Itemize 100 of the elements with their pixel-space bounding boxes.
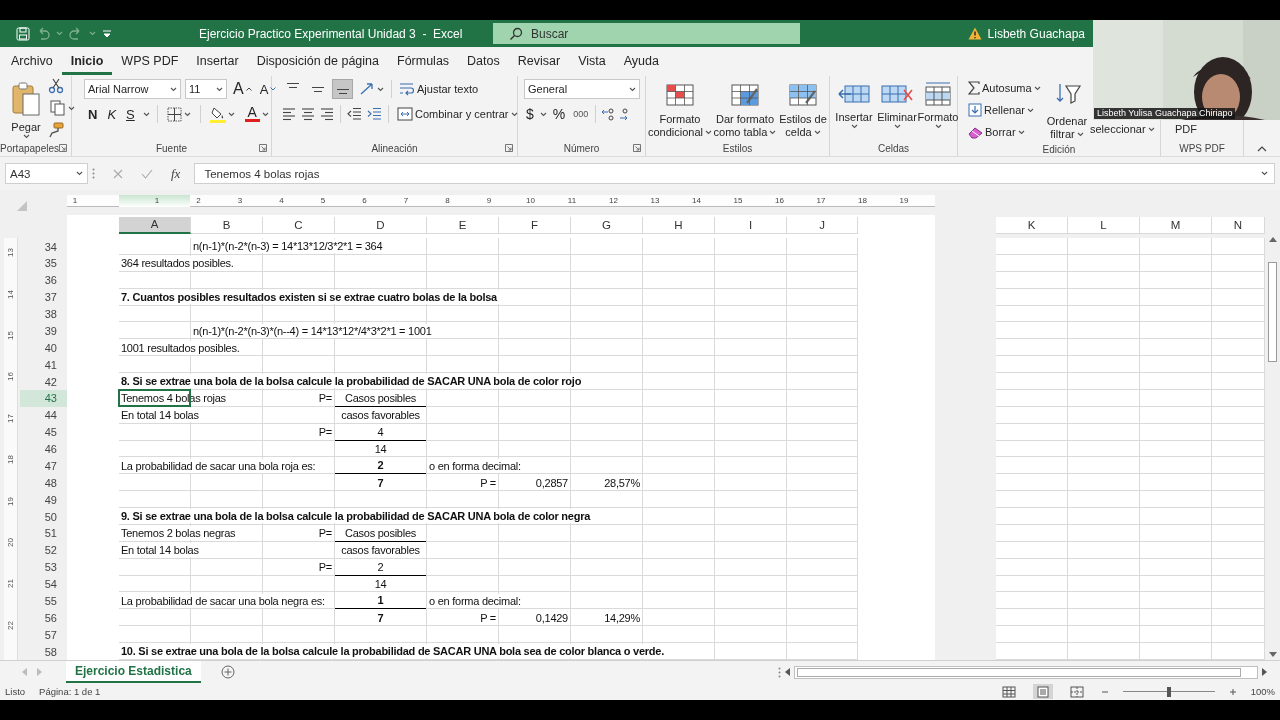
- sort-filter-button[interactable]: Ordenar filtrar: [1046, 78, 1088, 141]
- column-header: D: [335, 216, 427, 234]
- underline-button[interactable]: S: [124, 104, 137, 124]
- ruler-number: 2: [196, 196, 201, 205]
- increase-decimal-icon: [601, 107, 616, 121]
- table-cell: n(n-1)*(n-2*(n-3) = 14*13*12/3*2*1 = 364: [191, 239, 385, 254]
- group-label: Portapapeles: [0, 142, 59, 154]
- view-button[interactable]: [1032, 684, 1053, 699]
- formula-field[interactable]: Tenemos 4 bolas rojas: [194, 163, 1275, 184]
- add-sheet-icon: [220, 665, 235, 679]
- italic-button[interactable]: K: [105, 104, 119, 124]
- sheet-tab[interactable]: Ejercicio Estadistica: [66, 661, 201, 683]
- scroll-left-icon: [785, 668, 790, 676]
- scroll-left-icon: [22, 668, 27, 676]
- row-header: 39: [43, 323, 58, 339]
- clear-button[interactable]: Borrar: [966, 122, 1042, 142]
- number-format-field[interactable]: General: [524, 79, 640, 99]
- caret-icon: [510, 111, 518, 117]
- caret-icon: [56, 31, 63, 36]
- ruler-number: 11: [567, 196, 577, 205]
- ruler-number: 22: [5, 620, 15, 630]
- ruler-number: 14: [692, 196, 701, 205]
- caret-down-icon: [270, 87, 277, 91]
- dialog-launcher-icon: [259, 144, 267, 152]
- pdf-button[interactable]: PDF: [1175, 123, 1197, 136]
- bold-button[interactable]: N: [86, 104, 100, 124]
- font-name-field[interactable]: Arial Narrow: [84, 79, 181, 99]
- cells-button[interactable]: Formato: [918, 78, 958, 129]
- window-title: Ejercicio Practico Experimental Unidad 3 - Excel: [199, 26, 464, 41]
- row-header: 37: [43, 290, 58, 306]
- ruler-number: 13: [5, 248, 15, 258]
- shrink-font-button[interactable]: A: [257, 79, 279, 99]
- paste-button[interactable]: Pegar: [6, 78, 46, 139]
- scissors-icon: [48, 78, 64, 94]
- ruler-number: 6: [362, 196, 367, 205]
- menu-tab[interactable]: Vista: [569, 47, 615, 75]
- menu-tab[interactable]: Disposición de página: [247, 47, 388, 75]
- row-header: 48: [43, 475, 58, 491]
- scrollbar-thumb[interactable]: [1268, 262, 1277, 362]
- page-count: Página: 1 de 1: [39, 686, 101, 697]
- menu-tab[interactable]: Ayuda: [614, 47, 668, 75]
- sigma-icon: [968, 81, 980, 95]
- insert-function-button[interactable]: fx: [171, 165, 181, 182]
- table-cell: 10. Si se extrae una bola de la bolsa calcule la probabilidad de SACAR UNA bola sea de color blanca o verde.: [119, 644, 666, 659]
- wrap-text-button[interactable]: Ajustar texto: [397, 79, 481, 99]
- menu-tab[interactable]: Datos: [458, 47, 509, 75]
- video-caption: Lisbeth Yulisa Guachapa Chiriapo: [1094, 108, 1236, 119]
- row-header: 44: [43, 408, 58, 424]
- user-name[interactable]: Lisbeth Guachapa: [987, 26, 1085, 41]
- caret-icon: [377, 86, 384, 92]
- align-lines-icon: [320, 107, 334, 121]
- collapse-ribbon-icon: [1257, 146, 1267, 152]
- autosum-button[interactable]: Autosuma: [966, 78, 1042, 98]
- save-icon: [16, 26, 30, 41]
- menu-tab[interactable]: Fórmulas: [388, 47, 459, 75]
- status-text: Listo: [5, 686, 26, 697]
- font-size-field[interactable]: 11: [185, 79, 227, 99]
- merge-icon: [397, 107, 413, 121]
- ruler-number: 18: [858, 196, 867, 205]
- caret-icon: [170, 86, 177, 92]
- percent-button[interactable]: %: [550, 104, 568, 124]
- currency-button[interactable]: $: [524, 104, 536, 124]
- style-button[interactable]: Formato condicional: [648, 78, 712, 139]
- font-color-button[interactable]: A: [242, 104, 271, 124]
- style-button[interactable]: Dar formato como tabla: [712, 78, 778, 139]
- find-select-button[interactable]: seleccionar: [1090, 123, 1155, 136]
- ruler-number: 3: [237, 196, 243, 205]
- menu-tab[interactable]: Archivo: [2, 47, 62, 75]
- ruler-number: 18: [5, 455, 15, 465]
- cells-button[interactable]: Insertar: [832, 78, 876, 129]
- search-field[interactable]: Buscar: [493, 23, 800, 44]
- vertical-align-button[interactable]: [332, 79, 353, 99]
- menu-tab[interactable]: Revisar: [508, 47, 570, 75]
- normal-view-icon: [1001, 685, 1016, 698]
- menu-tab[interactable]: Insertar: [187, 47, 248, 75]
- name-box[interactable]: A43: [5, 163, 88, 184]
- column-header: A: [119, 216, 191, 234]
- table-cell: 8. Si se extrae una bola de la bolsa calcule la probabilidad de SACAR UNA bola de color rojo: [119, 374, 584, 389]
- ruler-number: 15: [5, 330, 15, 340]
- menu-tab[interactable]: WPS PDF: [112, 47, 188, 75]
- grow-font-button[interactable]: A: [231, 79, 254, 99]
- slider-thumb[interactable]: [1166, 686, 1171, 697]
- fill-button[interactable]: Rellenar: [966, 100, 1042, 120]
- merge-center-button[interactable]: Combinar y centrar: [395, 104, 520, 124]
- select-all-icon: [16, 200, 28, 212]
- table-cell: En total 14 bolas: [119, 408, 201, 423]
- horizontal-scrollbar[interactable]: [794, 665, 1258, 679]
- caret-icon: [769, 130, 777, 135]
- align-lines-icon: [336, 89, 349, 94]
- orientation-icon: [359, 82, 375, 96]
- zoom-level[interactable]: 100%: [1250, 686, 1275, 697]
- thousands-button[interactable]: 000: [571, 104, 591, 124]
- caret-icon: [89, 31, 96, 36]
- dialog-launcher-icon: [505, 144, 513, 152]
- column-header: I: [715, 216, 787, 234]
- style-button[interactable]: Estilos de celda: [778, 78, 828, 139]
- caret-icon: [934, 124, 942, 129]
- row-header: 52: [43, 543, 58, 559]
- cells-button[interactable]: Eliminar: [876, 78, 918, 129]
- scroll-right-icon: [37, 668, 42, 676]
